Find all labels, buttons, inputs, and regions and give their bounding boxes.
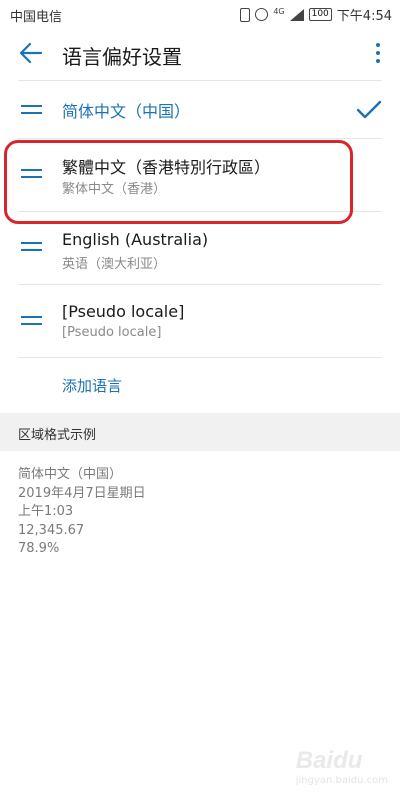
vibrate-icon <box>240 7 251 22</box>
app-bar: 语言偏好设置 <box>0 28 400 80</box>
clock: 下午4:54 <box>336 9 392 24</box>
add-language-button[interactable]: 添加语言 <box>62 375 122 396</box>
more-vertical-icon <box>376 43 380 47</box>
more-options-button[interactable] <box>372 40 384 68</box>
carrier-name: 中国电信 <box>10 10 63 25</box>
example-number: 12,345.67 <box>18 522 85 538</box>
baidu-watermark: Baidu jingyan.baidu.com <box>296 747 388 786</box>
arrow-left-icon <box>19 42 43 64</box>
example-percent: 78.9% <box>18 541 60 556</box>
language-item-zh-cn[interactable]: 简体中文（中国） <box>0 82 400 138</box>
language-name: 简体中文（中国） <box>62 102 191 121</box>
divider <box>18 138 382 139</box>
region-format-header: 区域格式示例 <box>0 413 400 451</box>
battery-icon: 100 <box>308 8 332 21</box>
language-item-pseudo[interactable]: [Pseudo locale] [Pseudo locale] <box>0 286 400 356</box>
status-bar: 中国电信 4G 100 下午4:54 <box>0 0 400 28</box>
divider <box>18 284 382 285</box>
language-name: [Pseudo locale] <box>62 302 185 321</box>
divider <box>18 80 382 81</box>
back-button[interactable] <box>18 40 44 66</box>
region-format-title: 区域格式示例 <box>18 428 97 443</box>
drag-handle-icon[interactable] <box>21 242 42 252</box>
signal-icon <box>289 8 304 21</box>
alarm-icon <box>255 8 269 21</box>
region-format-examples: 简体中文（中国） 2019年4月7日星期日 上午1:03 12,345.67 7… <box>18 466 146 559</box>
page-title: 语言偏好设置 <box>62 45 182 69</box>
watermark-subtitle: jingyan.baidu.com <box>295 775 388 786</box>
drag-handle-icon[interactable] <box>21 316 42 326</box>
example-time: 上午1:03 <box>18 504 74 519</box>
drag-handle-icon[interactable] <box>21 105 42 115</box>
language-subtitle: 英语（澳大利亚） <box>62 257 167 272</box>
divider <box>18 357 382 358</box>
highlight-annotation <box>4 140 353 224</box>
language-subtitle: [Pseudo locale] <box>62 325 162 340</box>
network-type: 4G <box>273 6 285 16</box>
checkmark-icon <box>356 100 382 119</box>
status-icons: 4G 100 下午4:54 <box>240 5 392 24</box>
example-date: 2019年4月7日星期日 <box>18 485 146 501</box>
watermark-logo: Baidu <box>295 747 363 774</box>
language-name: English (Australia) <box>62 230 209 249</box>
example-language: 简体中文（中国） <box>18 467 123 482</box>
